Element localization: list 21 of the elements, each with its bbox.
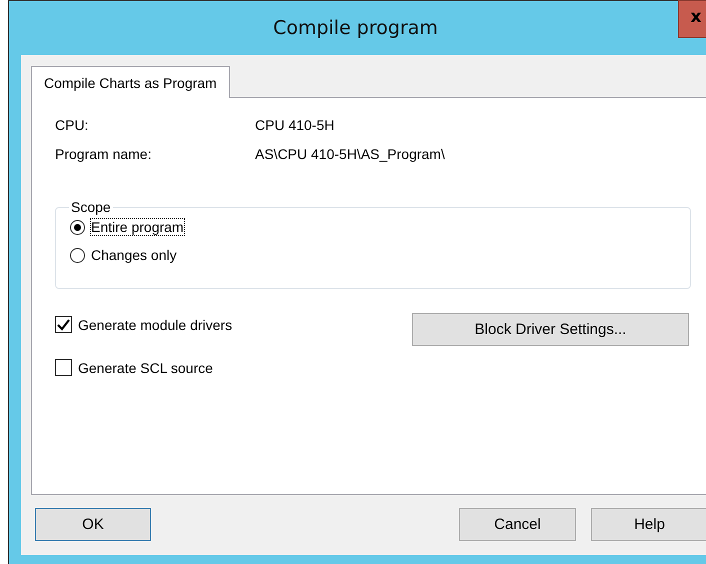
field-label: CPU: — [55, 117, 90, 135]
checkbox[interactable] — [55, 359, 72, 376]
window-title: Compile program — [273, 17, 438, 39]
block-driver-settings-button[interactable]: Block Driver Settings... — [412, 313, 689, 346]
check-icon — [57, 318, 70, 330]
field-value: CPU 410-5H — [255, 117, 334, 135]
option-label: Changes only — [91, 247, 177, 263]
option-label: Generate SCL source — [78, 360, 213, 376]
checkbox[interactable] — [55, 316, 72, 333]
dialog-button[interactable]: Help — [591, 508, 706, 540]
group-title: Scope — [70, 199, 112, 215]
option-label: Generate module drivers — [78, 316, 232, 332]
radio-button[interactable] — [70, 248, 85, 262]
close-button[interactable]: x — [678, 0, 706, 38]
dialog-button[interactable]: Cancel — [459, 508, 576, 540]
radio-button[interactable] — [70, 220, 85, 234]
option-label: Entire program — [91, 219, 184, 235]
field-value: AS\CPU 410-5H\AS_Program\ — [255, 146, 445, 164]
dialog-button[interactable]: OK — [35, 508, 151, 540]
tab[interactable]: Compile Charts as Program — [31, 66, 230, 98]
field-label: Program name: — [55, 146, 152, 164]
